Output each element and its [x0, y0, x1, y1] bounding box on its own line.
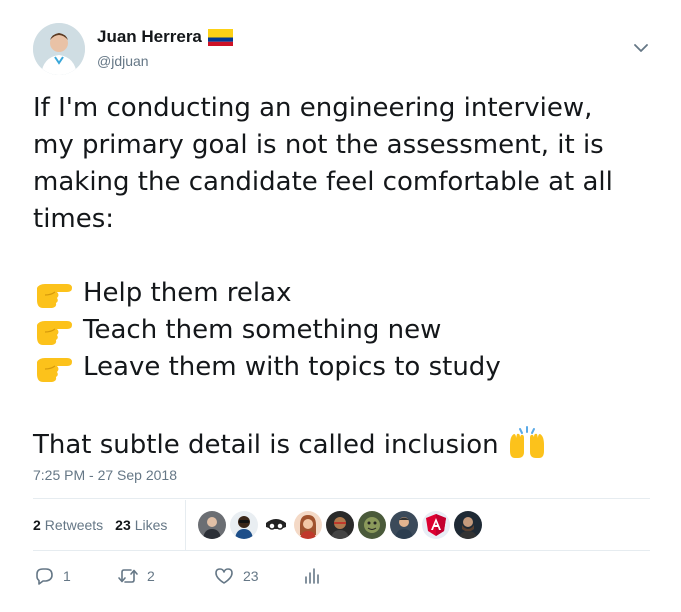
stats-separator: [185, 500, 186, 550]
divider: [33, 550, 650, 551]
tweet-text-line: If I'm conducting an engineering intervi…: [33, 93, 593, 123]
author-display-name[interactable]: Juan Herrera: [97, 27, 202, 47]
liker-avatar[interactable]: [326, 511, 354, 539]
author-avatar[interactable]: [33, 23, 85, 75]
liker-avatar[interactable]: [198, 511, 226, 539]
liker-avatar[interactable]: [358, 511, 386, 539]
list-item-text: Help them relax: [83, 278, 292, 308]
tweet-closing-line: That subtle detail is called inclusion: [33, 423, 653, 464]
tweet-timestamp[interactable]: 7:25 PM - 27 Sep 2018: [33, 467, 177, 483]
author-name-row: Juan Herrera: [97, 27, 233, 47]
like-count: 23: [243, 568, 259, 584]
tweet-text-line: my primary goal is not the assessment, i…: [33, 130, 604, 160]
likes-stat[interactable]: 23 Likes: [115, 517, 167, 533]
list-item: Help them relax: [33, 275, 653, 312]
analytics-button[interactable]: [301, 565, 323, 587]
list-item-text: Leave them with topics to study: [83, 352, 501, 382]
retweet-icon: [118, 569, 138, 583]
divider: [33, 498, 650, 499]
likes-label: Likes: [134, 517, 168, 533]
liker-avatar[interactable]: [422, 511, 450, 539]
likes-count: 23: [115, 517, 131, 533]
tweet-closing-text: That subtle detail is called inclusion: [33, 430, 499, 460]
liker-avatar[interactable]: [390, 511, 418, 539]
pointing-right-hand-icon: [37, 320, 72, 345]
raising-hands-icon: [509, 426, 544, 458]
tweet-card: Juan Herrera @jdjuan If I'm conducting a…: [0, 0, 681, 612]
heart-icon: [215, 568, 233, 584]
pointing-right-hand-icon: [37, 357, 72, 382]
retweets-label: Retweets: [44, 517, 104, 533]
liker-avatar[interactable]: [230, 511, 258, 539]
list-item: Teach them something new: [33, 312, 653, 349]
analytics-icon: [305, 568, 319, 584]
retweet-button[interactable]: 2: [117, 565, 155, 587]
colombia-flag-icon: [207, 28, 233, 46]
liker-avatar[interactable]: [454, 511, 482, 539]
reply-count: 1: [63, 568, 71, 584]
tweet-actions: 1 2 23: [33, 565, 353, 589]
retweets-count: 2: [33, 517, 41, 533]
pointing-right-hand-icon: [37, 283, 72, 308]
chevron-down-icon[interactable]: [632, 41, 650, 55]
like-button[interactable]: 23: [213, 565, 259, 587]
tweet-text-line: making the candidate feel comfortable at…: [33, 167, 613, 197]
liker-avatar[interactable]: [294, 511, 322, 539]
tweet-stats: 2 Retweets 23 Likes: [33, 510, 179, 540]
reply-button[interactable]: 1: [33, 565, 71, 587]
tweet-text-line: times:: [33, 204, 115, 234]
liker-avatars: [198, 511, 482, 539]
list-item: Leave them with topics to study: [33, 349, 653, 386]
list-item-text: Teach them something new: [83, 315, 442, 345]
tweet-text: If I'm conducting an engineering intervi…: [33, 90, 653, 464]
reply-icon: [36, 568, 53, 585]
retweets-stat[interactable]: 2 Retweets: [33, 517, 103, 533]
retweet-count: 2: [147, 568, 155, 584]
liker-avatar[interactable]: [262, 511, 290, 539]
author-handle[interactable]: @jdjuan: [97, 53, 149, 69]
